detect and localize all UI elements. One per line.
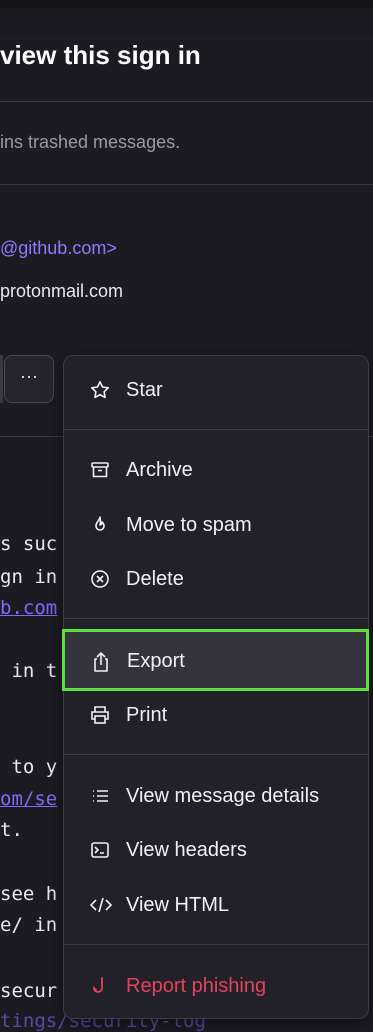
menu-item-label: Archive (126, 459, 193, 481)
menu-item-report-phishing[interactable]: Report phishing (64, 959, 368, 1013)
menu-divider (64, 429, 368, 430)
body-line: secur (0, 980, 58, 1002)
menu-item-label: Print (126, 704, 168, 726)
menu-item-label: Delete (126, 568, 184, 590)
menu-item-label: Star (126, 379, 163, 401)
menu-item-print[interactable]: Print (64, 688, 368, 742)
body-line: e/ in (0, 914, 58, 936)
more-options-menu: Star Archive Move to spam Delete Export … (62, 355, 369, 1019)
archive-icon (90, 460, 110, 480)
circle-x-icon (90, 569, 110, 589)
menu-item-label: View HTML (126, 894, 229, 916)
menu-item-view-html[interactable]: View HTML (64, 878, 368, 932)
menu-item-move-to-spam[interactable]: Move to spam (64, 498, 368, 552)
menu-item-label: Move to spam (126, 514, 252, 536)
body-line: in t (0, 660, 58, 682)
terminal-icon (90, 840, 110, 860)
recipient-address[interactable]: protonmail.com (0, 281, 123, 302)
top-toolbar (0, 0, 373, 38)
printer-icon (90, 705, 110, 725)
body-line: t. (0, 819, 23, 841)
menu-item-label: View headers (126, 839, 247, 861)
menu-item-label: Report phishing (126, 975, 267, 997)
more-options-button[interactable]: ··· (4, 355, 54, 403)
divider (0, 184, 373, 185)
fire-icon (90, 515, 110, 535)
body-line: s suc (0, 533, 58, 555)
code-icon (90, 895, 112, 915)
menu-item-archive[interactable]: Archive (64, 443, 368, 497)
menu-item-export[interactable]: Export (62, 629, 369, 691)
body-link[interactable]: om/se (0, 788, 57, 810)
body-link[interactable]: b.com (0, 597, 57, 619)
email-subject: view this sign in (0, 40, 201, 70)
menu-item-label: Export (127, 650, 185, 672)
menu-divider (64, 618, 368, 619)
menu-item-view-message-details[interactable]: View message details (64, 769, 368, 823)
body-line: see h (0, 883, 58, 905)
toolbar-strip (0, 8, 373, 38)
menu-item-view-headers[interactable]: View headers (64, 823, 368, 877)
divider (0, 101, 373, 102)
share-icon (91, 651, 111, 672)
menu-item-delete[interactable]: Delete (64, 552, 368, 606)
menu-item-label: View message details (126, 785, 320, 807)
list-icon (90, 786, 110, 806)
menu-divider (64, 754, 368, 755)
hook-icon (90, 976, 110, 996)
menu-item-star[interactable]: Star (64, 363, 368, 417)
sender-address[interactable]: @github.com> (0, 238, 117, 259)
body-line: to y (0, 756, 58, 778)
toolbar-button[interactable] (0, 355, 3, 403)
star-icon (90, 380, 110, 400)
menu-divider (64, 944, 368, 945)
trash-notice: ins trashed messages. (0, 132, 181, 152)
body-line: gn in (0, 566, 58, 588)
